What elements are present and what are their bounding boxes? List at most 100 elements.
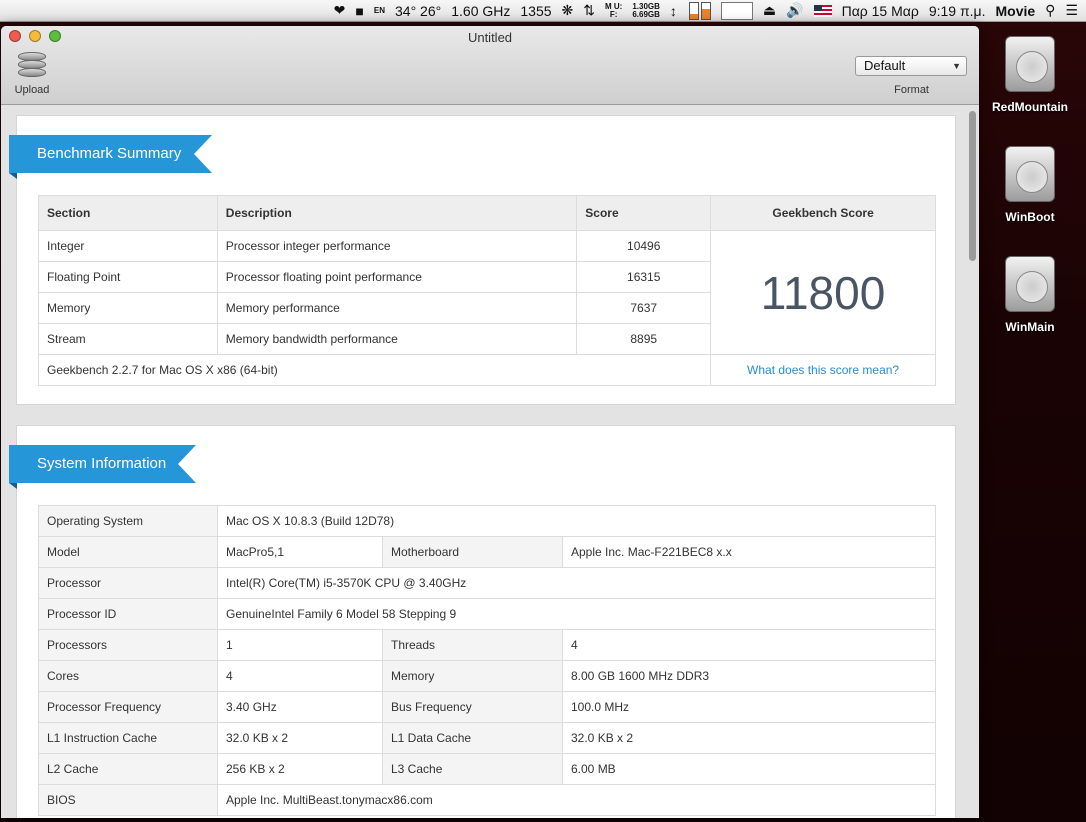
eject-icon[interactable]: ⏏ bbox=[763, 2, 776, 19]
row-description: Memory performance bbox=[216, 292, 578, 324]
processor-value: Intel(R) Core(TM) i5-3570K CPU @ 3.40GHz bbox=[217, 567, 936, 599]
row-section: Floating Point bbox=[38, 261, 218, 293]
menu-bar: ❤ ■ EN 34° 26° 1.60 GHz 1355 ❋ ⇅ M U: F:… bbox=[0, 0, 1086, 22]
cores-label: Cores bbox=[38, 660, 218, 692]
cpu-frequency-readout[interactable]: 1.60 GHz bbox=[451, 3, 510, 19]
drive-label: RedMountain bbox=[992, 100, 1068, 114]
window-title: Untitled bbox=[467, 30, 513, 45]
fan-icon[interactable]: ❋ bbox=[562, 2, 574, 19]
header-score: Score bbox=[576, 195, 712, 231]
system-information-heading: System Information bbox=[9, 445, 196, 489]
os-value: Mac OS X 10.8.3 (Build 12D78) bbox=[217, 505, 936, 537]
memory-value: 8.00 GB 1600 MHz DDR3 bbox=[562, 660, 936, 692]
table-row: BIOS Apple Inc. MultiBeast.tonymacx86.co… bbox=[38, 784, 936, 816]
spotlight-search-icon[interactable]: ⚲ bbox=[1045, 2, 1055, 19]
table-row: Processor Intel(R) Core(TM) i5-3570K CPU… bbox=[38, 567, 936, 599]
processors-value: 1 bbox=[217, 629, 383, 661]
row-section: Memory bbox=[38, 292, 218, 324]
desktop-drive-winmain[interactable]: WinMain bbox=[988, 250, 1072, 334]
row-section: Integer bbox=[38, 230, 218, 262]
temperature-readout[interactable]: 34° 26° bbox=[395, 3, 441, 19]
processor-frequency-label: Processor Frequency bbox=[38, 691, 218, 723]
model-label: Model bbox=[38, 536, 218, 568]
hard-drive-icon bbox=[1001, 140, 1059, 206]
row-score: 8895 bbox=[576, 323, 712, 355]
vertical-scrollbar[interactable] bbox=[968, 109, 977, 814]
network-arrows-icon[interactable]: ⇅ bbox=[583, 2, 595, 19]
system-information-card: System Information Operating System Mac … bbox=[9, 425, 956, 818]
benchmark-summary-card: Benchmark Summary Section Description Sc… bbox=[9, 115, 956, 405]
table-row: Cores 4 Memory 8.00 GB 1600 MHz DDR3 bbox=[38, 660, 936, 692]
chevron-down-icon: ▼ bbox=[952, 61, 961, 71]
table-row: Model MacPro5,1 Motherboard Apple Inc. M… bbox=[38, 536, 936, 568]
bus-frequency-value: 100.0 MHz bbox=[562, 691, 936, 723]
memory-label: Memory bbox=[382, 660, 563, 692]
table-row: L2 Cache 256 KB x 2 L3 Cache 6.00 MB bbox=[38, 753, 936, 785]
os-label: Operating System bbox=[38, 505, 218, 537]
processor-id-value: GenuineIntel Family 6 Model 58 Stepping … bbox=[217, 598, 936, 630]
upload-label: Upload bbox=[14, 84, 50, 96]
cpu-usage-meter[interactable] bbox=[687, 1, 711, 20]
l3-cache-label: L3 Cache bbox=[382, 753, 563, 785]
drive-label: WinMain bbox=[1005, 320, 1055, 334]
l3-cache-value: 6.00 MB bbox=[562, 753, 936, 785]
row-section: Stream bbox=[38, 323, 218, 355]
menubar-date[interactable]: Παρ 15 Μαρ bbox=[842, 3, 919, 19]
l2-cache-label: L2 Cache bbox=[38, 753, 218, 785]
l1-data-cache-value: 32.0 KB x 2 bbox=[562, 722, 936, 754]
processor-label: Processor bbox=[38, 567, 218, 599]
disk-activity-icon[interactable]: ↕ bbox=[670, 3, 677, 19]
desktop-drive-winboot[interactable]: WinBoot bbox=[988, 140, 1072, 224]
geekbench-version: Geekbench 2.2.7 for Mac OS X x86 (64-bit… bbox=[37, 354, 712, 386]
score-meaning-link[interactable]: What does this score mean? bbox=[710, 354, 936, 386]
row-description: Processor floating point performance bbox=[216, 261, 578, 293]
row-score: 16315 bbox=[576, 261, 712, 293]
cores-value: 4 bbox=[217, 660, 383, 692]
menubar-time[interactable]: 9:19 π.μ. bbox=[929, 3, 986, 19]
folder-icon[interactable]: ■ bbox=[355, 3, 363, 19]
header-section: Section bbox=[38, 195, 218, 231]
report-content[interactable]: Benchmark Summary Section Description Sc… bbox=[1, 105, 979, 818]
threads-value: 4 bbox=[562, 629, 936, 661]
memory-free-value: 6.69GB bbox=[632, 9, 660, 19]
motherboard-label: Motherboard bbox=[382, 536, 563, 568]
header-geekbench-score: Geekbench Score bbox=[710, 195, 936, 231]
row-description: Processor integer performance bbox=[216, 230, 578, 262]
processor-id-label: Processor ID bbox=[38, 598, 218, 630]
geekbench-window: Untitled Upload Default ▼ Format Benchma… bbox=[1, 26, 979, 818]
active-app-name[interactable]: Movie bbox=[995, 3, 1035, 19]
volume-icon[interactable]: 🔊 bbox=[786, 2, 803, 19]
scrollbar-thumb[interactable] bbox=[969, 111, 976, 261]
geekbench-total-score: 11800 bbox=[710, 230, 936, 355]
bios-value: Apple Inc. MultiBeast.tonymacx86.com bbox=[217, 784, 936, 816]
language-indicator[interactable]: EN bbox=[374, 6, 385, 15]
database-icon bbox=[18, 52, 46, 82]
fan-speed-readout[interactable]: 1355 bbox=[520, 3, 551, 19]
drive-label: WinBoot bbox=[1005, 210, 1055, 224]
bus-frequency-label: Bus Frequency bbox=[382, 691, 563, 723]
upload-button[interactable]: Upload bbox=[11, 52, 53, 96]
activity-graph[interactable] bbox=[720, 1, 753, 20]
memory-free-label: F: bbox=[609, 9, 618, 19]
format-select-value: Default bbox=[864, 58, 906, 73]
processor-frequency-value: 3.40 GHz bbox=[217, 691, 383, 723]
memory-readout[interactable]: 1.30GB 6.69GB bbox=[632, 2, 660, 19]
row-score: 7637 bbox=[576, 292, 712, 324]
benchmark-summary-table: Section Description Score Geekbench Scor… bbox=[37, 195, 936, 386]
table-row: Processor Frequency 3.40 GHz Bus Frequen… bbox=[38, 691, 936, 723]
desktop-drive-redmountain[interactable]: RedMountain bbox=[988, 30, 1072, 114]
table-row: Operating System Mac OS X 10.8.3 (Build … bbox=[38, 505, 936, 537]
motherboard-value: Apple Inc. Mac-F221BEC8 x.x bbox=[562, 536, 936, 568]
cpu-bar-1 bbox=[688, 1, 699, 20]
heart-icon[interactable]: ❤ bbox=[334, 2, 346, 19]
table-row: Processor ID GenuineIntel Family 6 Model… bbox=[38, 598, 936, 630]
table-row: Integer Processor integer performance 10… bbox=[38, 230, 936, 355]
l1-instruction-cache-value: 32.0 KB x 2 bbox=[217, 722, 383, 754]
cpu-bar-2 bbox=[700, 1, 711, 20]
table-row: L1 Instruction Cache 32.0 KB x 2 L1 Data… bbox=[38, 722, 936, 754]
us-flag-icon[interactable] bbox=[813, 4, 832, 17]
notification-list-icon[interactable]: ☰ bbox=[1065, 2, 1078, 19]
format-select[interactable]: Default ▼ bbox=[855, 56, 967, 76]
benchmark-summary-heading: Benchmark Summary bbox=[9, 135, 212, 179]
table-row: Processors 1 Threads 4 bbox=[38, 629, 936, 661]
